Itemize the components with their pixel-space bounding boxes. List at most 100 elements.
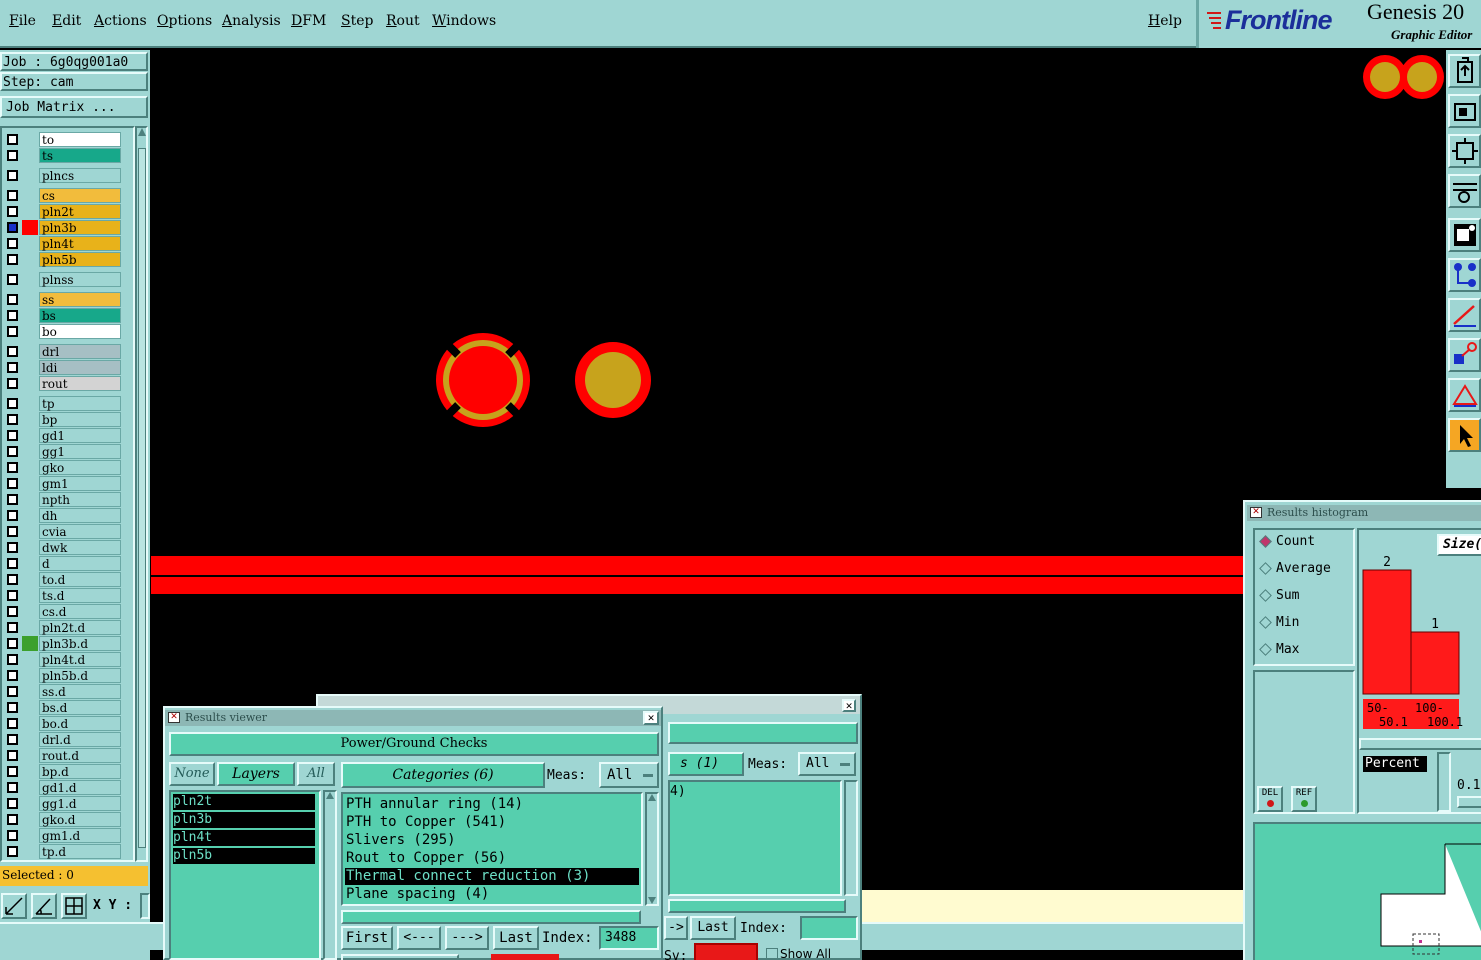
layer-row[interactable]: pln5b.d xyxy=(4,668,121,683)
histogram-bar[interactable] xyxy=(1362,569,1412,695)
percent-scrollbar[interactable] xyxy=(1437,752,1451,812)
back-meas-select[interactable]: All xyxy=(798,752,856,776)
layer-row[interactable]: npth xyxy=(4,492,121,507)
layer-row[interactable]: to.d xyxy=(4,572,121,587)
layer-checkbox[interactable] xyxy=(7,574,18,585)
layer-row[interactable]: tp.d xyxy=(4,844,121,859)
layer-row[interactable]: rout xyxy=(4,376,121,391)
layer-row[interactable]: pln4t.d xyxy=(4,652,121,667)
layer-list[interactable]: to ts plncs cs pln2t pln3b pln4t pln5b plnss ss bs… xyxy=(0,126,135,862)
histogram-hscroll[interactable] xyxy=(1359,738,1481,750)
layer-affected-indicator[interactable] xyxy=(22,764,38,779)
menu-help[interactable]: Help xyxy=(1148,13,1182,29)
layer-affected-indicator[interactable] xyxy=(22,652,38,667)
percent-label[interactable]: Percent xyxy=(1363,756,1427,772)
percent-slider[interactable] xyxy=(1457,796,1481,808)
layer-row[interactable]: pln3b.d xyxy=(4,636,121,651)
layer-affected-indicator[interactable] xyxy=(22,168,38,183)
layer-checkbox[interactable] xyxy=(7,378,18,389)
menu-file[interactable]: File xyxy=(9,13,36,29)
snap-toggle-button[interactable] xyxy=(1,893,27,919)
layer-checkbox[interactable] xyxy=(7,326,18,337)
layer-affected-indicator[interactable] xyxy=(22,684,38,699)
layer-row[interactable]: dh xyxy=(4,508,121,523)
pointer-tool-button[interactable] xyxy=(1448,418,1481,452)
layer-affected-indicator[interactable] xyxy=(22,476,38,491)
layer-checkbox[interactable] xyxy=(7,638,18,649)
layer-checkbox[interactable] xyxy=(7,526,18,537)
layer-affected-indicator[interactable] xyxy=(22,360,38,375)
back-show-all-checkbox[interactable] xyxy=(766,948,778,960)
previous-button[interactable]: <--- xyxy=(397,926,441,950)
layer-checkbox[interactable] xyxy=(7,190,18,201)
menu-rout[interactable]: Rout xyxy=(386,13,420,29)
layer-row[interactable]: gg1.d xyxy=(4,796,121,811)
layer-row[interactable]: bs xyxy=(4,308,121,323)
layer-affected-indicator[interactable] xyxy=(22,780,38,795)
layer-affected-indicator[interactable] xyxy=(22,236,38,251)
layer-affected-indicator[interactable] xyxy=(22,732,38,747)
layer-row[interactable]: pln3b xyxy=(4,220,121,235)
layer-affected-indicator[interactable] xyxy=(22,492,38,507)
layer-checkbox[interactable] xyxy=(7,362,18,373)
category-item[interactable]: Thermal connect reduction (3) xyxy=(345,868,639,885)
layer-checkbox[interactable] xyxy=(7,622,18,633)
layers-list-scrollbar[interactable] xyxy=(323,790,337,960)
layer-row[interactable]: gd1 xyxy=(4,428,121,443)
histogram-mode-average[interactable]: Average xyxy=(1258,559,1331,579)
job-matrix-button[interactable]: Job Matrix ... xyxy=(0,96,148,118)
histogram-bar[interactable] xyxy=(1410,631,1460,695)
first-button[interactable]: First xyxy=(341,926,393,950)
layer-checkbox[interactable] xyxy=(7,462,18,473)
layer-affected-indicator[interactable] xyxy=(22,444,38,459)
layer-affected-indicator[interactable] xyxy=(22,272,38,287)
back-index-field[interactable] xyxy=(800,916,858,940)
layer-affected-indicator[interactable] xyxy=(22,828,38,843)
layer-affected-indicator[interactable] xyxy=(22,324,38,339)
layer-row[interactable]: d xyxy=(4,556,121,571)
layer-checkbox[interactable] xyxy=(7,134,18,145)
angle-toggle-button[interactable] xyxy=(31,893,57,919)
layer-row[interactable]: ss.d xyxy=(4,684,121,699)
open-tool-button[interactable] xyxy=(1448,54,1481,88)
layer-checkbox[interactable] xyxy=(7,606,18,617)
layer-checkbox[interactable] xyxy=(7,542,18,553)
category-item[interactable]: PTH annular ring (14) xyxy=(345,796,639,813)
layer-checkbox[interactable] xyxy=(7,782,18,793)
layer-affected-indicator[interactable] xyxy=(22,292,38,307)
menu-dfm[interactable]: DFM xyxy=(291,13,326,29)
lower-button-left[interactable] xyxy=(341,954,459,960)
layer-row[interactable]: tp xyxy=(4,396,121,411)
results-viewer-close-icon[interactable]: ✕ xyxy=(643,711,659,725)
categories-scrollbar[interactable] xyxy=(645,792,659,906)
layer-checkbox[interactable] xyxy=(7,654,18,665)
categories-hscroll[interactable] xyxy=(341,910,641,924)
category-item[interactable]: Slivers (295) xyxy=(345,832,639,849)
layer-checkbox[interactable] xyxy=(7,254,18,265)
layer-row[interactable]: cs.d xyxy=(4,604,121,619)
layer-checkbox[interactable] xyxy=(7,446,18,457)
layer-row[interactable]: ts xyxy=(4,148,121,163)
layer-checkbox[interactable] xyxy=(7,846,18,857)
histogram-mode-min[interactable]: Min xyxy=(1258,613,1299,633)
layer-checkbox[interactable] xyxy=(7,750,18,761)
line-tool-button[interactable] xyxy=(1448,298,1481,332)
histogram-mode-sum[interactable]: Sum xyxy=(1258,586,1299,606)
back-hscroll[interactable] xyxy=(668,899,846,913)
lower-red-button[interactable] xyxy=(491,954,559,960)
layer-checkbox[interactable] xyxy=(7,294,18,305)
layer-affected-indicator[interactable] xyxy=(22,460,38,475)
window-menu-icon[interactable]: ✕ xyxy=(168,712,180,723)
menu-step[interactable]: Step xyxy=(341,13,373,29)
layer-row[interactable]: cvia xyxy=(4,524,121,539)
layer-checkbox[interactable] xyxy=(7,670,18,681)
next-button[interactable]: ---> xyxy=(445,926,489,950)
layer-affected-indicator[interactable] xyxy=(22,220,38,235)
menu-options[interactable]: Options xyxy=(157,13,212,29)
layer-checkbox[interactable] xyxy=(7,510,18,521)
layer-affected-indicator[interactable] xyxy=(22,540,38,555)
fit-tool-button[interactable] xyxy=(1448,134,1481,168)
layer-affected-indicator[interactable] xyxy=(22,376,38,391)
layer-checkbox[interactable] xyxy=(7,238,18,249)
layer-checkbox[interactable] xyxy=(7,346,18,357)
